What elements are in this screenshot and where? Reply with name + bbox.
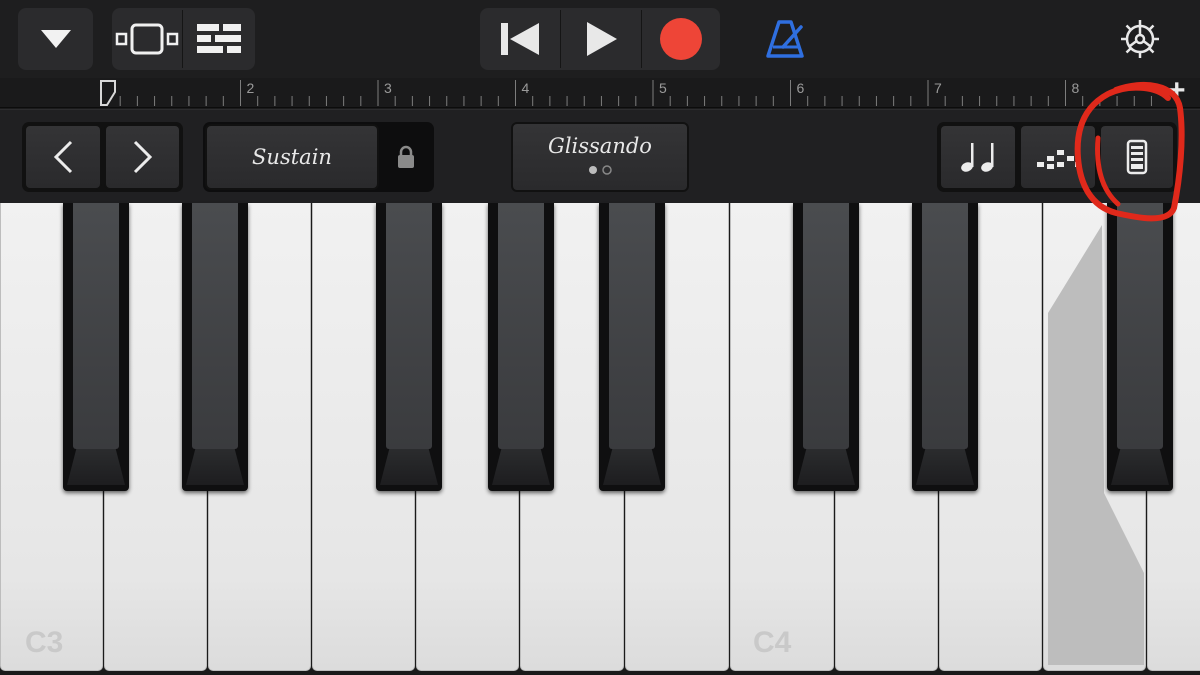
settings-button[interactable] — [1116, 16, 1164, 62]
skip-back-icon — [501, 23, 539, 55]
instrument-view-icon — [115, 23, 179, 55]
play-button[interactable] — [561, 8, 641, 70]
play-icon — [587, 22, 617, 56]
go-to-beginning-button[interactable] — [480, 8, 560, 70]
black-key-d-sharp3[interactable] — [182, 203, 248, 491]
ruler-bar-number: 2 — [247, 80, 255, 96]
scale-slider-icon — [1126, 139, 1148, 175]
browser-button[interactable] — [18, 8, 93, 70]
ruler-bar-number: 5 — [659, 80, 667, 96]
arpeggiator-button[interactable] — [1019, 124, 1097, 190]
black-key-f-sharp4[interactable] — [1107, 203, 1173, 491]
metronome-icon — [766, 20, 804, 58]
ruler-bar-number: 4 — [522, 80, 530, 96]
add-section-button[interactable]: + — [1168, 74, 1186, 108]
top-toolbar — [0, 0, 1200, 78]
chevron-right-icon — [133, 140, 152, 174]
triangle-down-icon — [40, 30, 71, 48]
metronome-button[interactable] — [760, 16, 810, 62]
octave-down-button[interactable] — [24, 124, 102, 190]
keyboard-controls-button[interactable] — [1099, 124, 1175, 190]
ruler-ticks: 2 3 4 5 6 7 8 — [102, 80, 1152, 106]
sustain-lock-button[interactable] — [380, 124, 432, 190]
ruler-bar-number: 6 — [797, 80, 805, 96]
playhead-icon[interactable] — [100, 80, 118, 106]
notes-mode-button[interactable] — [939, 124, 1017, 190]
chevron-left-icon — [53, 140, 73, 174]
black-key-a-sharp3[interactable] — [599, 203, 665, 491]
tracks-view-icon — [197, 24, 241, 53]
notes-icon — [961, 143, 994, 172]
timeline-ruler[interactable]: 2 3 4 5 6 7 8 + — [0, 74, 1200, 108]
ruler-bar-number: 8 — [1072, 80, 1080, 96]
gear-icon — [1121, 20, 1159, 58]
sustain-button[interactable]: Sustain — [205, 124, 379, 190]
arpeggiator-icon — [1037, 150, 1081, 169]
ruler-bar-number: 7 — [934, 80, 942, 96]
tracks-view-button[interactable] — [183, 8, 255, 70]
octave-up-button[interactable] — [104, 124, 181, 190]
page-dots-icon — [589, 165, 612, 175]
key-label-c3: C3 — [25, 626, 64, 659]
instrument-view-button[interactable] — [112, 8, 182, 70]
black-key-g-sharp3[interactable] — [488, 203, 554, 491]
lock-icon — [398, 145, 414, 168]
black-key-f-sharp3[interactable] — [376, 203, 442, 491]
record-icon — [660, 18, 702, 60]
keyboard-control-strip: Sustain Glissando — [0, 109, 1200, 203]
piano-keyboard: C3 C4 — [0, 203, 1200, 675]
black-key-c-sharp3[interactable] — [63, 203, 129, 491]
sustain-label: Sustain — [252, 145, 332, 169]
black-key-c-sharp4[interactable] — [793, 203, 859, 491]
record-button[interactable] — [642, 8, 720, 70]
glissando-label: Glissando — [548, 134, 652, 158]
black-key-d-sharp4[interactable] — [912, 203, 978, 491]
key-label-c4: C4 — [753, 626, 792, 659]
ruler-bar-number: 3 — [384, 80, 392, 96]
record-dot — [660, 18, 702, 60]
glissando-button[interactable]: Glissando — [511, 122, 689, 192]
